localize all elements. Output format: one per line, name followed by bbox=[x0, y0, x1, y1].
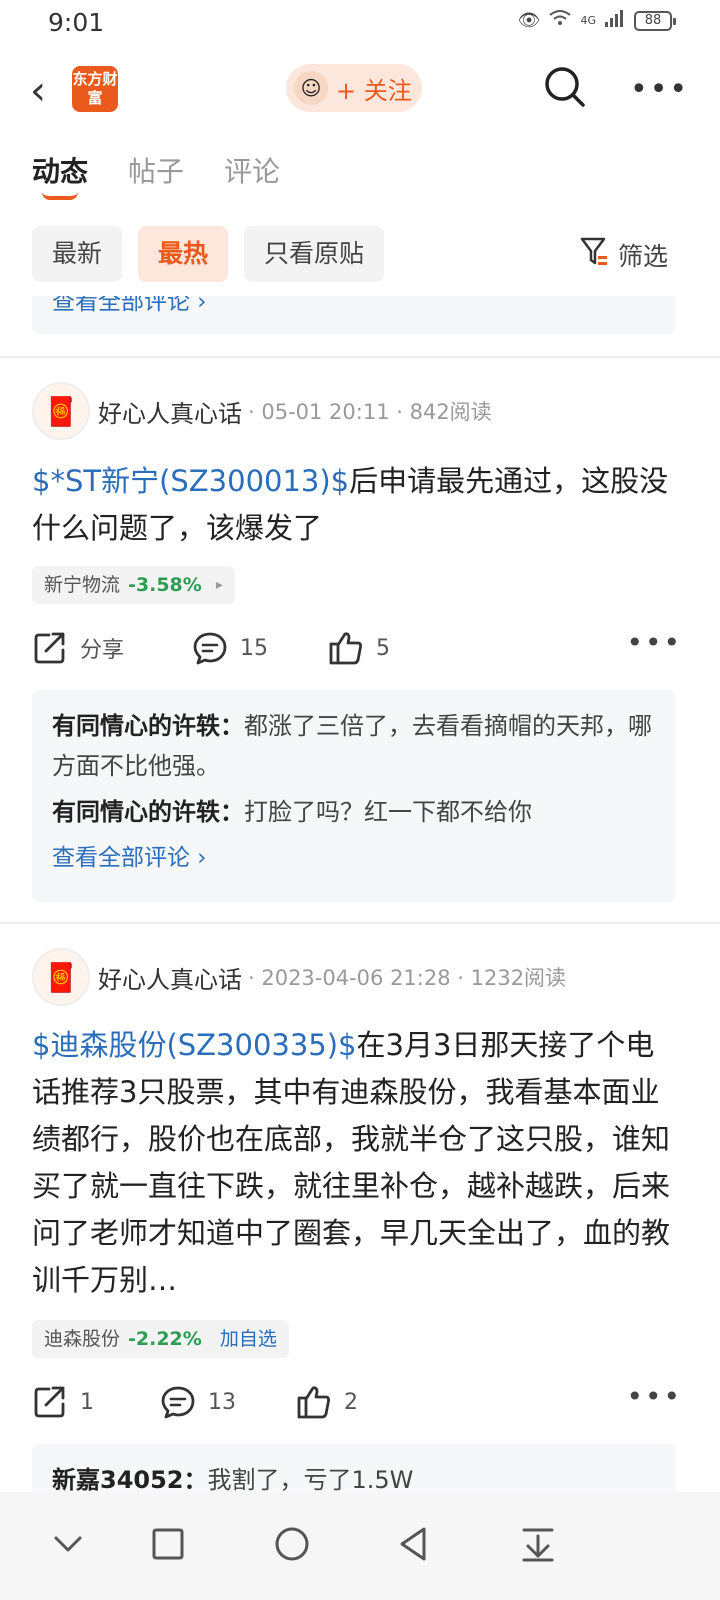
avatar[interactable]: 🧧 bbox=[32, 948, 90, 1006]
stock-name: 新宁物流 bbox=[44, 574, 121, 596]
previous-comment-box: 查看全部评论 › bbox=[32, 296, 676, 334]
tab-label: 动态 bbox=[32, 155, 89, 188]
chip-original-only[interactable]: 只看原贴 bbox=[244, 226, 385, 282]
like-count: 5 bbox=[376, 635, 390, 661]
share-icon bbox=[34, 632, 65, 664]
comment-button[interactable]: 15 bbox=[192, 630, 268, 666]
comment-count: 13 bbox=[208, 1389, 236, 1415]
chip-latest[interactable]: 最新 bbox=[32, 226, 123, 282]
view-all-comments-link[interactable]: 查看全部评论 › bbox=[52, 838, 656, 872]
status-bar: 9:01 👁 4G 88 bbox=[0, 0, 720, 44]
thumbs-up-icon bbox=[297, 1386, 330, 1419]
post-author[interactable]: 🧧 好心人真心话 · 2023-04-06 21:28 · 1232阅读 bbox=[32, 948, 566, 1006]
eye-icon: 👁 bbox=[517, 10, 541, 31]
comment-text: 打脸了吗？红一下都不给你 bbox=[244, 798, 532, 826]
comment-text: 我割了，亏了1.5W bbox=[207, 1466, 414, 1494]
tab-dynamic[interactable]: 动态 bbox=[32, 150, 89, 200]
chip-hottest[interactable]: 最热 bbox=[138, 226, 229, 282]
filter-label: 筛选 bbox=[618, 242, 669, 271]
home-icon[interactable] bbox=[270, 1522, 314, 1566]
post-meta: · 2023-04-06 21:28 · 1232阅读 bbox=[248, 966, 567, 990]
comment-icon bbox=[161, 1386, 195, 1419]
post-text: 在3月3日那天接了个电话推荐3只股票，其中有迪森股份，我看基本面业绩都行，股价也… bbox=[32, 1028, 671, 1297]
post-content[interactable]: $迪森股份(SZ300335)$在3月3日那天接了个电话推荐3只股票，其中有迪森… bbox=[32, 1022, 682, 1304]
add-watchlist-button[interactable]: 加自选 bbox=[220, 1320, 277, 1358]
tab-bar: 动态 帖子 评论 bbox=[32, 150, 280, 200]
search-icon[interactable] bbox=[544, 66, 585, 107]
comment-user[interactable]: 新嘉34052 bbox=[52, 1466, 184, 1494]
post-meta: · 05-01 20:11 · 842阅读 bbox=[248, 400, 492, 424]
tab-comments[interactable]: 评论 bbox=[224, 150, 280, 190]
view-all-comments-link[interactable]: 查看全部评论 › bbox=[52, 296, 207, 316]
chevron-down-icon[interactable] bbox=[46, 1522, 90, 1566]
comment-preview[interactable]: 有同情心的许轶：都涨了三倍了，去看看摘帽的天邦，哪方面不比他强。 有同情心的许轶… bbox=[32, 690, 676, 902]
comment-user[interactable]: 有同情心的许轶 bbox=[52, 712, 220, 740]
like-button[interactable]: 5 bbox=[328, 630, 390, 666]
thumbs-up-icon bbox=[329, 632, 362, 665]
comment-button[interactable]: 13 bbox=[160, 1384, 236, 1420]
tab-label: 帖子 bbox=[128, 155, 185, 188]
post-actions: 1 13 2 ••• bbox=[32, 1380, 682, 1424]
like-button[interactable]: 2 bbox=[296, 1384, 358, 1420]
stock-tag[interactable]: 新宁物流 -3.58% ▸ bbox=[32, 566, 235, 604]
stock-tag[interactable]: 迪森股份 -2.22% 加自选 bbox=[32, 1320, 289, 1358]
stock-change: -3.58% bbox=[128, 574, 202, 596]
share-label: 分享 bbox=[80, 638, 125, 663]
post-author[interactable]: 🧧 好心人真心话 · 05-01 20:11 · 842阅读 bbox=[32, 382, 492, 440]
back-icon[interactable]: ‹ bbox=[30, 68, 46, 114]
recent-apps-icon[interactable] bbox=[146, 1522, 190, 1566]
status-icons: 👁 4G 88 bbox=[517, 8, 676, 33]
stock-link[interactable]: $迪森股份(SZ300335)$ bbox=[32, 1028, 357, 1062]
follow-button[interactable]: ☺ + 关注 bbox=[286, 64, 422, 112]
more-icon[interactable]: ••• bbox=[626, 1380, 682, 1413]
app-logo[interactable]: 东方财富 bbox=[72, 66, 118, 112]
more-icon[interactable]: ••• bbox=[630, 72, 689, 107]
comment-item[interactable]: 有同情心的许轶：都涨了三倍了，去看看摘帽的天邦，哪方面不比他强。 bbox=[52, 706, 656, 786]
status-time: 9:01 bbox=[48, 8, 105, 37]
divider bbox=[0, 356, 720, 358]
filter-chips: 最新 最热 只看原贴 bbox=[32, 226, 385, 282]
share-button[interactable]: 分享 bbox=[32, 630, 124, 666]
tab-posts[interactable]: 帖子 bbox=[128, 150, 184, 190]
divider bbox=[0, 922, 720, 924]
filter-icon bbox=[580, 236, 610, 274]
tab-label: 评论 bbox=[224, 155, 281, 188]
stock-link[interactable]: $*ST新宁(SZ300013)$ bbox=[32, 464, 349, 498]
comment-icon bbox=[193, 632, 227, 665]
app-header: ‹ 东方财富 ☺ + 关注 ••• bbox=[0, 52, 720, 128]
battery-icon: 88 bbox=[634, 10, 676, 31]
author-name[interactable]: 好心人真心话 bbox=[98, 394, 242, 429]
author-name[interactable]: 好心人真心话 bbox=[98, 960, 242, 995]
logo-text: 东方财富 bbox=[72, 70, 118, 107]
post-content[interactable]: $*ST新宁(SZ300013)$后申请最先通过，这股没什么问题了，该爆发了 bbox=[32, 458, 682, 552]
stock-name: 迪森股份 bbox=[44, 1328, 121, 1350]
like-count: 2 bbox=[344, 1389, 358, 1415]
share-icon bbox=[34, 1386, 65, 1418]
post-actions: 分享 15 5 ••• bbox=[32, 626, 682, 670]
share-button[interactable]: 1 bbox=[32, 1384, 94, 1420]
share-count: 1 bbox=[80, 1389, 94, 1415]
signal-icon bbox=[604, 8, 626, 33]
more-icon[interactable]: ••• bbox=[626, 626, 682, 659]
system-nav-bar bbox=[0, 1492, 720, 1600]
comment-user[interactable]: 有同情心的许轶 bbox=[52, 798, 220, 826]
avatar[interactable]: 🧧 bbox=[32, 382, 90, 440]
arrow-right-icon: ▸ bbox=[215, 577, 223, 593]
comment-item[interactable]: 有同情心的许轶：打脸了吗？红一下都不给你 bbox=[52, 792, 656, 832]
notification-pull-icon[interactable] bbox=[516, 1522, 560, 1566]
avatar-icon: ☺ bbox=[294, 71, 328, 105]
tab-indicator bbox=[42, 192, 78, 200]
stock-change: -2.22% bbox=[128, 1328, 202, 1350]
comment-count: 15 bbox=[240, 635, 268, 661]
back-nav-icon[interactable] bbox=[392, 1522, 436, 1566]
network-label: 4G bbox=[580, 14, 596, 27]
filter-button[interactable]: 筛选 bbox=[580, 236, 668, 274]
follow-label: + 关注 bbox=[336, 76, 412, 105]
wifi-icon bbox=[548, 8, 572, 33]
